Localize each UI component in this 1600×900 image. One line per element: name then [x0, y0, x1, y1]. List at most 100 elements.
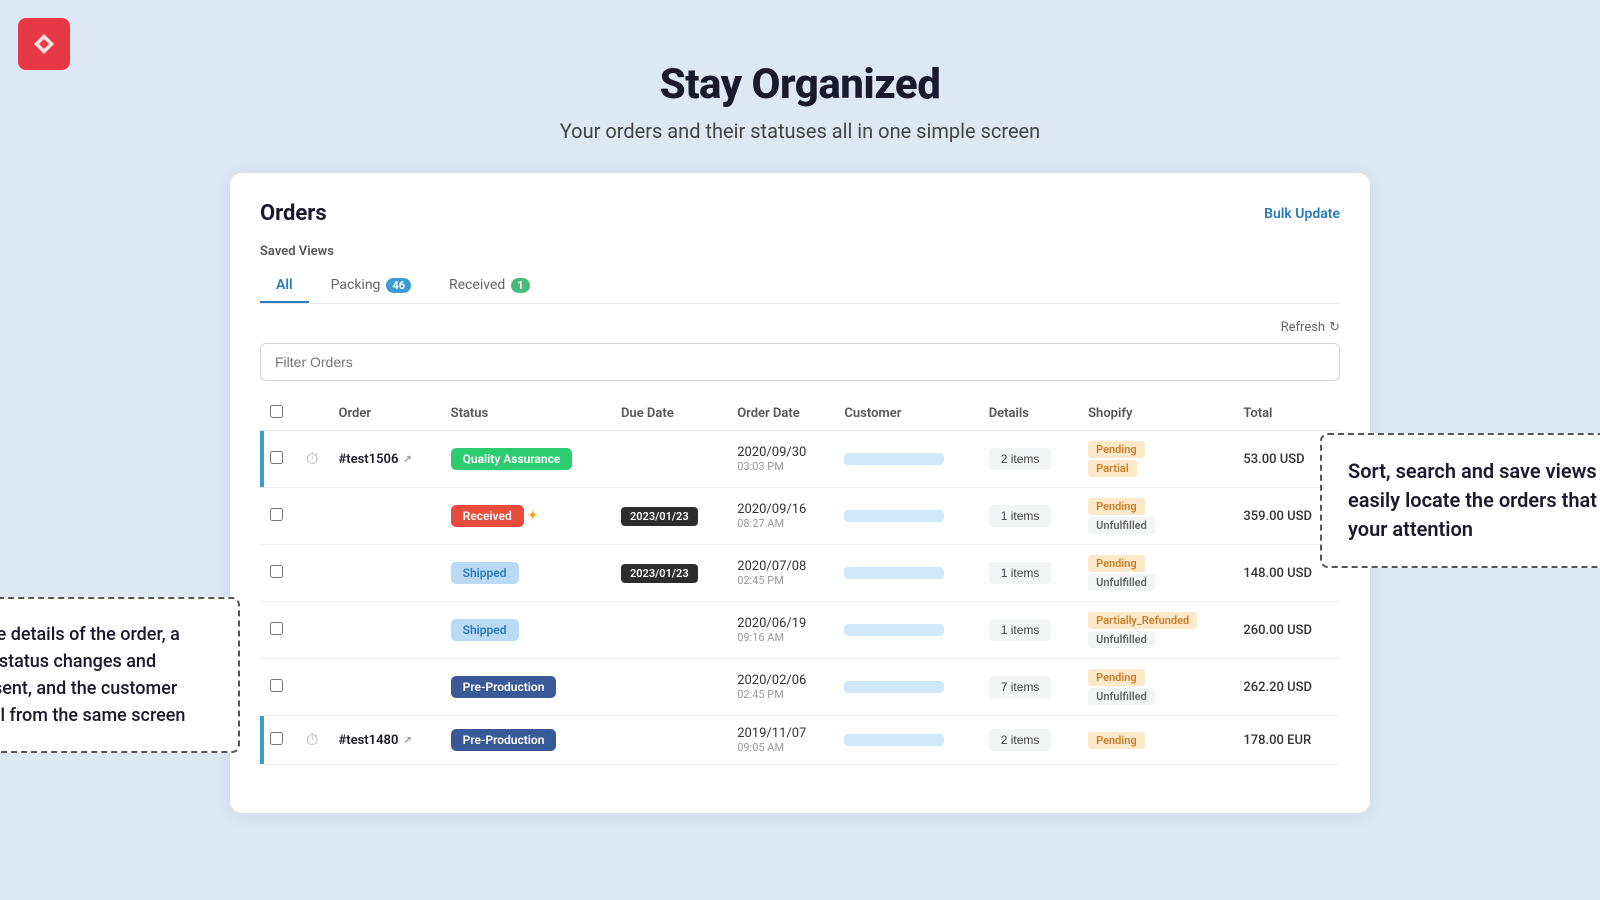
due-date-badge: 2023/01/23: [621, 507, 698, 526]
orders-table: Order Status Due Date Order Date Custome…: [260, 397, 1340, 765]
total-value: 53.00 USD: [1243, 452, 1304, 467]
tooltip-right: Sort, search and save views to easily lo…: [1320, 433, 1600, 568]
hero-title: Stay Organized: [0, 60, 1600, 109]
customer-bar: [844, 567, 944, 579]
refresh-row: Refresh ↻: [260, 320, 1340, 335]
external-link-icon: ↗: [403, 454, 411, 465]
row-shopify: Partially_RefundedUnfulfilled: [1078, 602, 1233, 659]
hero-subtitle: Your orders and their statuses all in on…: [0, 119, 1600, 143]
row-status: Pre-Production: [441, 659, 611, 716]
items-button[interactable]: 7 items: [989, 676, 1052, 698]
table-row: Pre-Production2020/02/0602:45 PM7 itemsP…: [260, 659, 1340, 716]
status-badge[interactable]: Pre-Production: [451, 676, 557, 698]
th-order-date: Order Date: [727, 397, 834, 431]
table-row: Shipped 2020/06/1909:16 AM 1 items Partiall…: [260, 602, 1340, 659]
row-checkbox[interactable]: [270, 508, 283, 521]
row-due-date: [611, 602, 727, 659]
status-badge[interactable]: Quality Assurance: [451, 448, 573, 470]
card-title: Orders: [260, 201, 327, 226]
row-icon-cell: [296, 659, 328, 716]
row-due-date: [611, 659, 727, 716]
row-checkbox[interactable]: [270, 565, 283, 578]
tab-packing[interactable]: Packing 46: [315, 269, 427, 303]
row-order-date: 2020/09/3003:03 PM: [727, 431, 834, 488]
app-logo[interactable]: [18, 18, 70, 70]
table-row: ⏱#test1480 ↗Pre-Production2019/11/0709:0…: [260, 716, 1340, 765]
items-button[interactable]: 2 items: [989, 448, 1052, 470]
received-badge: 1: [511, 278, 529, 293]
row-icon-cell: [296, 545, 328, 602]
items-button[interactable]: 1 items: [989, 505, 1052, 527]
bulk-update-button[interactable]: Bulk Update: [1264, 206, 1340, 222]
customer-bar: [844, 453, 944, 465]
items-button[interactable]: 2 items: [989, 729, 1052, 751]
total-value: 262.20 USD: [1243, 680, 1312, 695]
shopify-top-badge: Pending: [1088, 441, 1145, 458]
shopify-top-badge: Pending: [1088, 732, 1145, 749]
th-icon: [296, 397, 328, 431]
saved-views-label: Saved Views: [260, 244, 1340, 259]
status-badge[interactable]: Shipped: [451, 619, 519, 641]
row-customer: [834, 431, 978, 488]
row-order[interactable]: #test1506 ↗: [328, 431, 440, 488]
row-checkbox[interactable]: [270, 732, 283, 745]
status-badge[interactable]: Received: [451, 505, 524, 527]
items-button[interactable]: 1 items: [989, 562, 1052, 584]
tab-all[interactable]: All: [260, 269, 309, 303]
row-icon-cell: [296, 488, 328, 545]
filter-input[interactable]: [260, 343, 1340, 381]
star-icon: ✦: [527, 508, 539, 524]
refresh-icon: ↻: [1329, 320, 1340, 335]
row-order: [328, 659, 440, 716]
row-order-date: 2020/06/1909:16 AM: [727, 602, 834, 659]
row-customer: [834, 602, 978, 659]
row-customer: [834, 488, 978, 545]
th-shopify: Shopify: [1078, 397, 1233, 431]
row-order: [328, 602, 440, 659]
shopify-top-badge: Pending: [1088, 498, 1145, 515]
row-details: 2 items: [979, 716, 1078, 765]
tab-received[interactable]: Received 1: [433, 269, 546, 303]
items-button[interactable]: 1 items: [989, 619, 1052, 641]
status-badge[interactable]: Shipped: [451, 562, 519, 584]
row-order-date: 2020/09/1608:27 AM: [727, 488, 834, 545]
order-link[interactable]: #test1480 ↗: [338, 733, 430, 748]
row-status: Shipped: [441, 602, 611, 659]
row-checkbox[interactable]: [270, 451, 283, 464]
row-due-date: [611, 716, 727, 765]
row-total: 178.00 EUR: [1233, 716, 1340, 765]
row-icon-cell: ⏱: [296, 431, 328, 488]
th-total: Total: [1233, 397, 1340, 431]
row-order[interactable]: #test1480 ↗: [328, 716, 440, 765]
accent-bar: [260, 431, 264, 487]
external-link-icon: ↗: [403, 735, 411, 746]
row-total: 262.20 USD: [1233, 659, 1340, 716]
row-order: [328, 488, 440, 545]
row-details: 1 items: [979, 488, 1078, 545]
row-customer: [834, 659, 978, 716]
select-all-checkbox[interactable]: [270, 405, 283, 418]
order-link[interactable]: #test1506 ↗: [338, 452, 430, 467]
row-details: 7 items: [979, 659, 1078, 716]
row-order-date: 2020/07/0802:45 PM: [727, 545, 834, 602]
status-badge[interactable]: Pre-Production: [451, 729, 557, 751]
customer-bar: [844, 510, 944, 522]
total-value: 178.00 EUR: [1243, 733, 1311, 748]
table-header-row: Order Status Due Date Order Date Custome…: [260, 397, 1340, 431]
row-checkbox[interactable]: [270, 622, 283, 635]
customer-bar: [844, 681, 944, 693]
th-order: Order: [328, 397, 440, 431]
row-status: Pre-Production: [441, 716, 611, 765]
shopify-top-badge: Pending: [1088, 555, 1145, 572]
refresh-button[interactable]: Refresh ↻: [1281, 320, 1340, 335]
shopify-bottom-badge: Unfulfilled: [1088, 517, 1155, 534]
th-checkbox: [260, 397, 296, 431]
row-shopify: Pending Unfulfilled: [1078, 488, 1233, 545]
row-shopify: Pending: [1078, 716, 1233, 765]
th-status: Status: [441, 397, 611, 431]
row-customer: [834, 545, 978, 602]
shopify-bottom-badge: Partial: [1088, 460, 1136, 477]
row-checkbox[interactable]: [270, 679, 283, 692]
table-row: Received✦ 2023/01/23 2020/09/1608:27 AM 1 i…: [260, 488, 1340, 545]
packing-badge: 46: [386, 278, 411, 293]
